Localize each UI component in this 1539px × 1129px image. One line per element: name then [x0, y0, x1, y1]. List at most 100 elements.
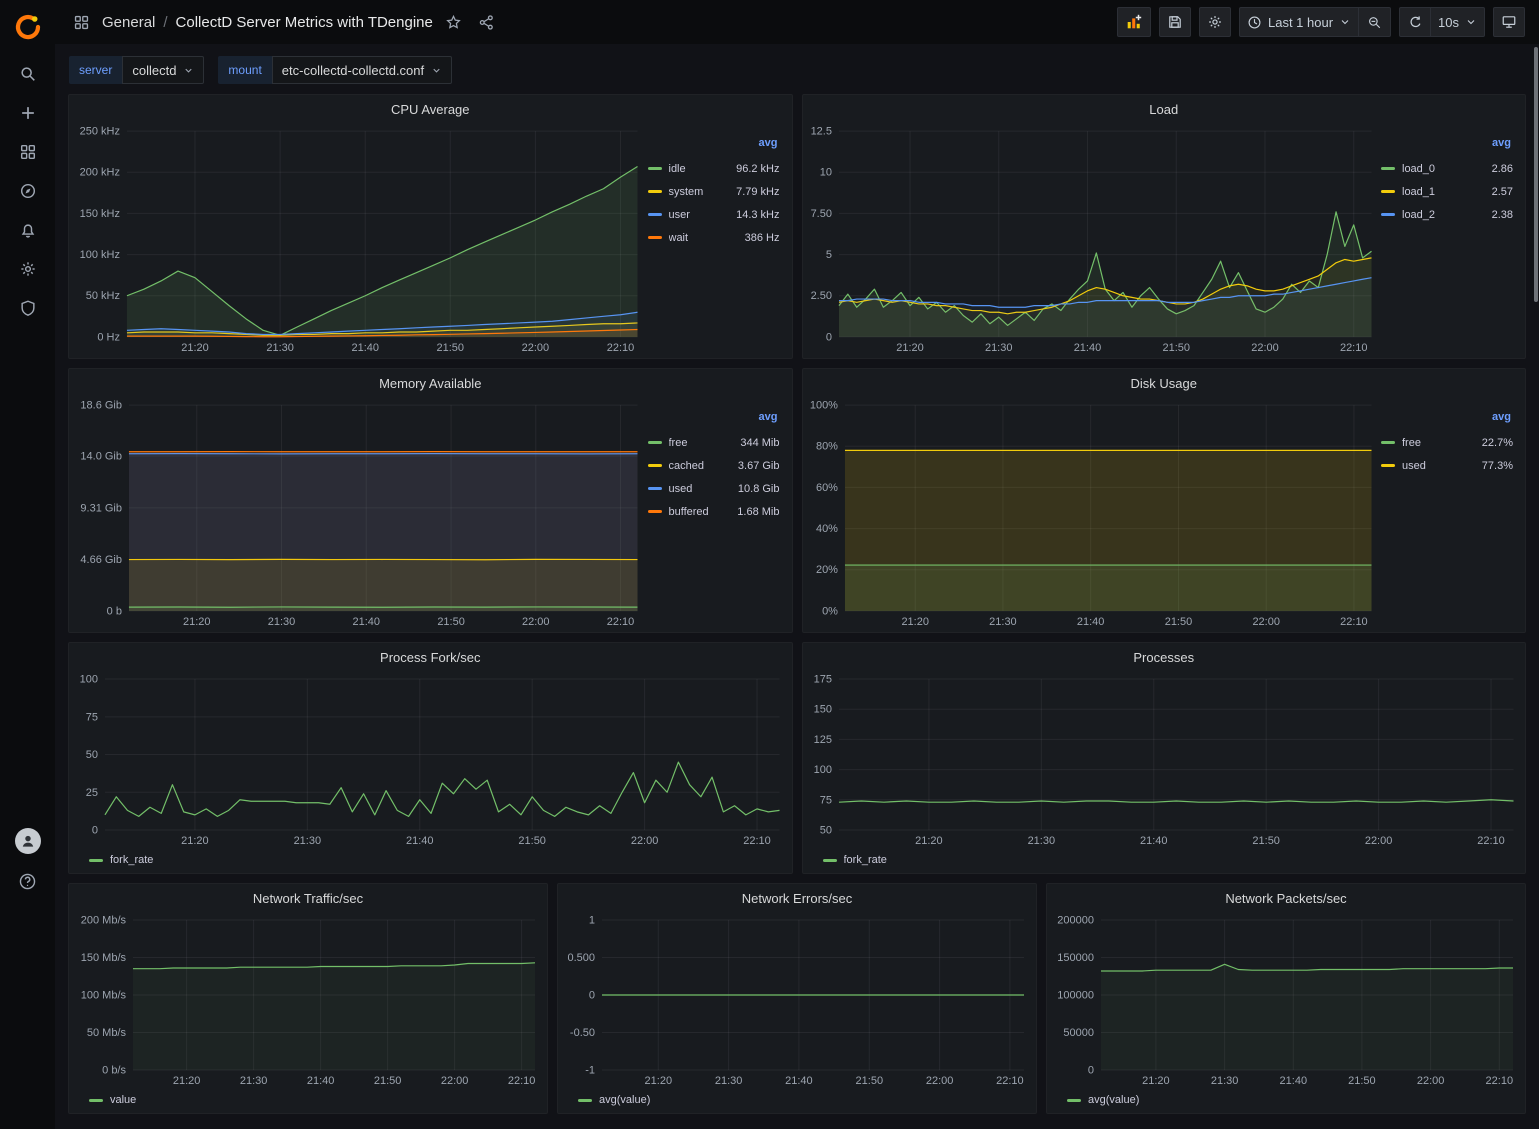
chart-area[interactable]: 0 b4.66 Gib9.31 Gib14.0 Gib18.6 Gib21:20…	[75, 397, 646, 630]
chart-canvas[interactable]: 025507510021:2021:3021:4021:5022:0022:10	[75, 671, 788, 849]
svg-text:21:50: 21:50	[1348, 1075, 1376, 1087]
panel-title[interactable]: Disk Usage	[803, 369, 1526, 397]
create-icon[interactable]	[0, 93, 55, 132]
star-icon[interactable]	[441, 12, 466, 33]
svg-text:22:00: 22:00	[522, 616, 550, 628]
sidebar-bottom	[0, 828, 55, 895]
breadcrumb-section[interactable]: General	[102, 14, 155, 31]
legend-avg-header: avg	[1381, 411, 1513, 431]
dashboard-settings-button[interactable]	[1199, 7, 1231, 37]
legend-item-avg-value-[interactable]: avg(value)	[578, 1089, 650, 1111]
apps-grid-icon[interactable]	[69, 12, 94, 33]
panel-title[interactable]: Network Errors/sec	[558, 884, 1036, 912]
legend-item-load_1[interactable]: load_12.57	[1381, 180, 1513, 203]
legend-item-value[interactable]: value	[89, 1089, 136, 1111]
save-dashboard-button[interactable]	[1159, 7, 1191, 37]
zoom-out-button[interactable]	[1359, 7, 1391, 37]
panel-title[interactable]: Memory Available	[69, 369, 792, 397]
legend-item-cached[interactable]: cached3.67 Gib	[648, 454, 780, 477]
chart-area[interactable]: 02.5057.501012.521:2021:3021:4021:5022:0…	[809, 123, 1380, 356]
chart-canvas[interactable]: 0 b4.66 Gib9.31 Gib14.0 Gib18.6 Gib21:20…	[75, 397, 646, 630]
legend-item-free[interactable]: free22.7%	[1381, 431, 1513, 454]
svg-text:2.50: 2.50	[810, 290, 831, 302]
series-color-dash	[1067, 1099, 1081, 1102]
legend-item-buffered[interactable]: buffered 1.68 Mib	[648, 500, 780, 523]
explore-icon[interactable]	[0, 171, 55, 210]
chart-canvas[interactable]: 0%20%40%60%80%100%21:2021:3021:4021:5022…	[809, 397, 1380, 630]
legend-item-free[interactable]: free344 Mib	[648, 431, 780, 454]
legend-item-idle[interactable]: idle96.2 kHz	[648, 157, 780, 180]
legend-item-load_2[interactable]: load_22.38	[1381, 203, 1513, 226]
panel-title[interactable]: Load	[803, 95, 1526, 123]
legend-series-avg-value: 1.68 Mib	[737, 506, 779, 518]
legend-series-name: idle	[669, 163, 730, 175]
panel-title[interactable]: Network Packets/sec	[1047, 884, 1525, 912]
configuration-icon[interactable]	[0, 249, 55, 288]
save-icon	[1167, 14, 1183, 30]
refresh-button[interactable]	[1399, 7, 1431, 37]
chart-area[interactable]: 0%20%40%60%80%100%21:2021:3021:4021:5022…	[809, 397, 1380, 630]
share-icon[interactable]	[474, 12, 499, 33]
legend-item-system[interactable]: system7.79 kHz	[648, 180, 780, 203]
legend-series-avg-value: 2.57	[1492, 186, 1513, 198]
series-color-dash	[823, 859, 837, 862]
avatar[interactable]	[15, 828, 41, 854]
svg-text:9.31 Gib: 9.31 Gib	[80, 502, 122, 514]
legend-series-avg-value: 344 Mib	[740, 437, 779, 449]
scrollbar-thumb[interactable]	[1534, 47, 1538, 302]
panel-title[interactable]: Network Traffic/sec	[69, 884, 547, 912]
add-panel-button[interactable]	[1117, 7, 1151, 37]
variable-server-value[interactable]: collectd	[122, 56, 204, 84]
legend-item-fork_rate[interactable]: fork_rate	[823, 849, 887, 871]
server-admin-icon[interactable]	[0, 288, 55, 327]
svg-text:7.50: 7.50	[810, 208, 831, 220]
legend-item-load_0[interactable]: load_02.86	[1381, 157, 1513, 180]
chart-area[interactable]: 0 Hz50 kHz100 kHz150 kHz200 kHz250 kHz21…	[75, 123, 646, 356]
panel-title[interactable]: Processes	[803, 643, 1526, 671]
svg-text:0: 0	[1088, 1065, 1094, 1077]
chart-area[interactable]: 0 b/s50 Mb/s100 Mb/s150 Mb/s200 Mb/s21:2…	[75, 912, 543, 1089]
grafana-logo[interactable]	[0, 0, 55, 54]
legend-item-used[interactable]: used77.3%	[1381, 454, 1513, 477]
chart-area[interactable]: 05000010000015000020000021:2021:3021:402…	[1053, 912, 1521, 1089]
legend-avg-header: avg	[648, 137, 780, 157]
variable-mount-value[interactable]: etc-collectd-collectd.conf	[272, 56, 452, 84]
panel-legend: avg(value)	[564, 1089, 1032, 1111]
legend-item-wait[interactable]: wait386 Hz	[648, 226, 780, 249]
svg-text:22:10: 22:10	[1477, 835, 1505, 847]
svg-text:22:10: 22:10	[508, 1075, 536, 1087]
chart-canvas[interactable]: 02.5057.501012.521:2021:3021:4021:5022:0…	[809, 123, 1380, 356]
svg-text:50: 50	[819, 824, 831, 836]
chart-area[interactable]: -1-0.5000.500121:2021:3021:4021:5022:002…	[564, 912, 1032, 1089]
panel-legend: fork_rate	[809, 849, 1522, 871]
svg-text:21:40: 21:40	[352, 616, 380, 628]
chart-area[interactable]: 025507510021:2021:3021:4021:5022:0022:10	[75, 671, 788, 849]
chart-canvas[interactable]: 0 b/s50 Mb/s100 Mb/s150 Mb/s200 Mb/s21:2…	[75, 912, 543, 1089]
legend-series-name: value	[110, 1094, 136, 1106]
cycle-view-button[interactable]	[1493, 7, 1525, 37]
svg-text:0 b/s: 0 b/s	[102, 1065, 126, 1077]
search-icon[interactable]	[0, 54, 55, 93]
chart-canvas[interactable]: 507510012515017521:2021:3021:4021:5022:0…	[809, 671, 1522, 849]
panel-title[interactable]: CPU Average	[69, 95, 792, 123]
chart-area[interactable]: 507510012515017521:2021:3021:4021:5022:0…	[809, 671, 1522, 849]
variable-server: server collectd	[69, 56, 204, 84]
chart-canvas[interactable]: 0 Hz50 kHz100 kHz150 kHz200 kHz250 kHz21…	[75, 123, 646, 356]
legend-item-fork_rate[interactable]: fork_rate	[89, 849, 153, 871]
time-range-picker[interactable]: Last 1 hour	[1239, 7, 1359, 37]
refresh-interval-picker[interactable]: 10s	[1431, 7, 1485, 37]
panel-processes: Processes 507510012515017521:2021:3021:4…	[802, 642, 1527, 874]
alerting-icon[interactable]	[0, 210, 55, 249]
legend-item-used[interactable]: used10.8 Gib	[648, 477, 780, 500]
chart-canvas[interactable]: 05000010000015000020000021:2021:3021:402…	[1053, 912, 1521, 1089]
legend-series-name: buffered	[669, 506, 731, 518]
svg-text:21:20: 21:20	[181, 342, 209, 354]
breadcrumb-title[interactable]: CollectD Server Metrics with TDengine	[176, 14, 433, 31]
legend-item-avg-value-[interactable]: avg(value)	[1067, 1089, 1139, 1111]
legend-item-user[interactable]: user14.3 kHz	[648, 203, 780, 226]
panel-title[interactable]: Process Fork/sec	[69, 643, 792, 671]
dashboards-icon[interactable]	[0, 132, 55, 171]
help-icon[interactable]	[0, 867, 55, 895]
chart-canvas[interactable]: -1-0.5000.500121:2021:3021:4021:5022:002…	[564, 912, 1032, 1089]
breadcrumb: General / CollectD Server Metrics with T…	[69, 12, 499, 33]
